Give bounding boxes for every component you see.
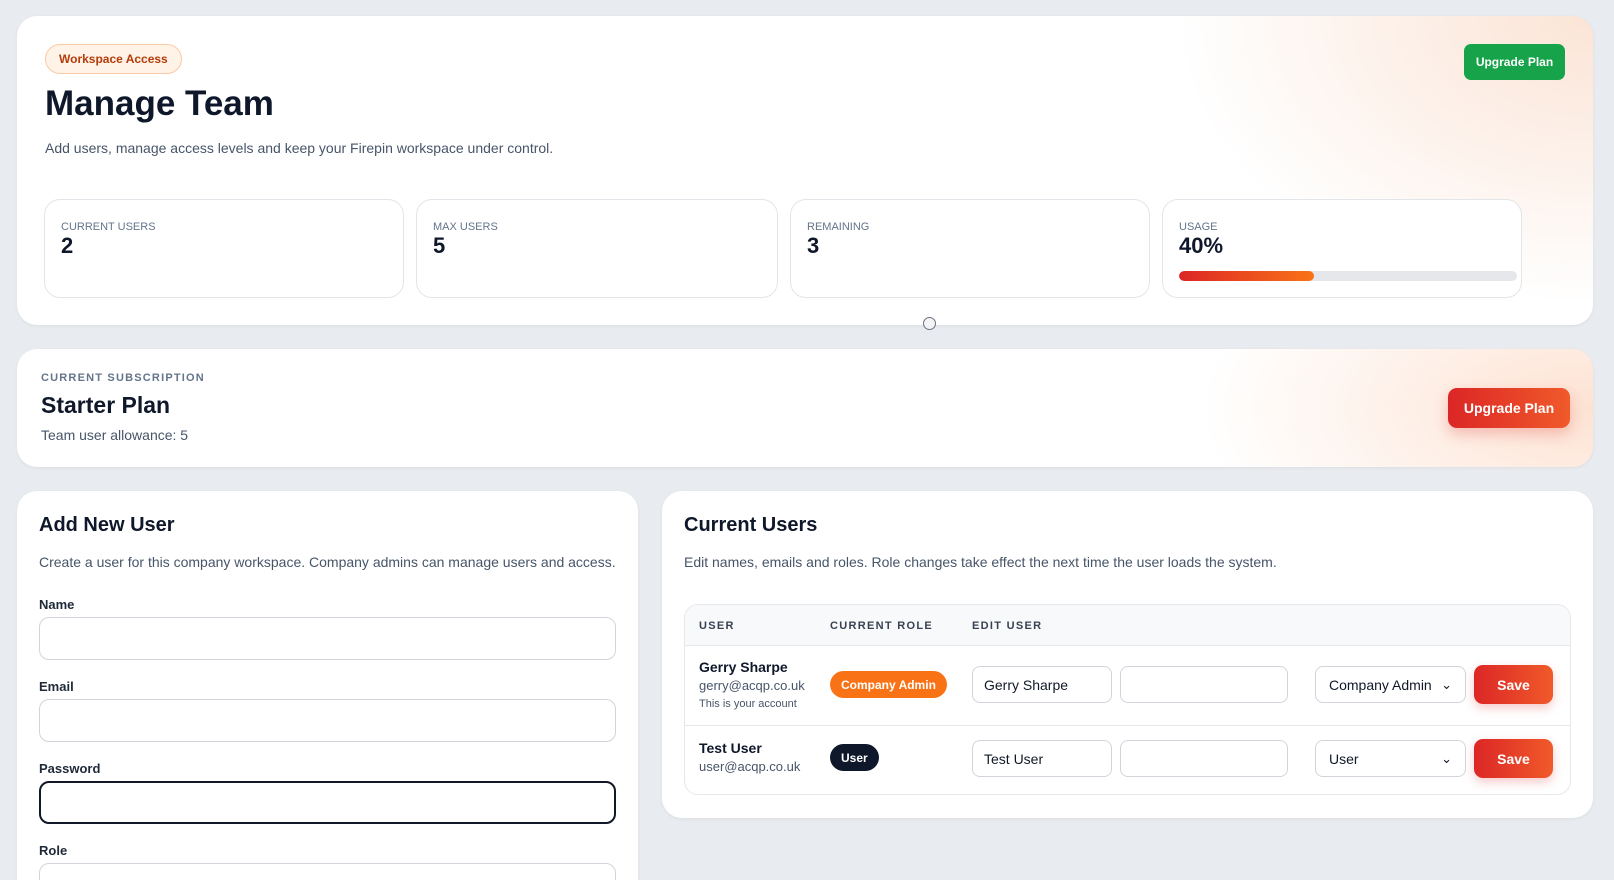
stat-current-users: CURRENT USERS 2 (44, 199, 404, 298)
edit-role-select[interactable]: User ⌄ (1315, 740, 1466, 777)
stat-label: CURRENT USERS (61, 221, 156, 233)
save-button[interactable]: Save (1474, 665, 1553, 704)
manage-team-header-card: Workspace Access Manage Team Add users, … (17, 16, 1593, 325)
page-title: Manage Team (45, 84, 274, 123)
user-email: gerry@acqp.co.uk (699, 678, 805, 693)
column-header-user: USER (699, 620, 735, 632)
upgrade-plan-button[interactable]: Upgrade Plan (1448, 388, 1570, 428)
password-label: Password (39, 761, 101, 776)
stat-remaining: REMAINING 3 (790, 199, 1150, 298)
edit-email-input[interactable] (1120, 740, 1288, 777)
column-header-current-role: CURRENT ROLE (830, 620, 933, 632)
user-name: Test User (699, 740, 762, 756)
chevron-down-icon: ⌄ (1441, 750, 1452, 766)
column-header-edit-user: EDIT USER (972, 620, 1043, 632)
edit-name-input[interactable] (972, 666, 1112, 703)
password-input[interactable] (39, 781, 616, 824)
current-users-panel: Current Users Edit names, emails and rol… (662, 491, 1593, 818)
usage-progress-fill (1179, 271, 1315, 281)
chevron-down-icon: ⌄ (1441, 676, 1452, 692)
stat-usage: USAGE 40% (1162, 199, 1522, 298)
subscription-allowance: Team user allowance: 5 (41, 427, 189, 443)
stat-max-users: MAX USERS 5 (416, 199, 778, 298)
add-user-title: Add New User (39, 514, 175, 536)
current-users-description: Edit names, emails and roles. Role chang… (684, 554, 1277, 570)
stat-label: MAX USERS (433, 221, 498, 233)
add-user-panel: Add New User Create a user for this comp… (17, 491, 638, 880)
edit-role-select[interactable]: Company Admin ⌄ (1315, 666, 1466, 703)
stat-label: REMAINING (807, 221, 870, 233)
name-label: Name (39, 597, 75, 612)
selected-role: Company Admin (1329, 676, 1432, 693)
email-label: Email (39, 679, 74, 694)
subscription-plan-name: Starter Plan (41, 392, 171, 418)
current-users-title: Current Users (684, 514, 818, 536)
usage-progress-bar (1179, 271, 1517, 281)
stat-value: 5 (433, 233, 446, 258)
role-badge: Company Admin (830, 671, 947, 698)
table-row: Gerry Sharpe gerry@acqp.co.uk This is yo… (685, 646, 1570, 726)
save-button[interactable]: Save (1474, 739, 1553, 778)
stat-value: 2 (61, 233, 74, 258)
selected-role: User (1329, 750, 1359, 767)
user-email: user@acqp.co.uk (699, 759, 801, 774)
name-input[interactable] (39, 617, 616, 660)
edit-email-input[interactable] (1120, 666, 1288, 703)
stat-value: 40% (1179, 233, 1224, 258)
edit-name-input[interactable] (972, 740, 1112, 777)
stat-value: 3 (807, 233, 820, 258)
role-badge: User (830, 744, 879, 771)
subscription-kicker: CURRENT SUBSCRIPTION (41, 372, 205, 384)
workspace-access-badge: Workspace Access (45, 44, 182, 74)
table-header: USER CURRENT ROLE EDIT USER (685, 605, 1570, 646)
stat-label: USAGE (1179, 221, 1218, 233)
own-account-note: This is your account (699, 698, 797, 710)
email-input[interactable] (39, 699, 616, 742)
table-row: Test User user@acqp.co.uk User User ⌄ Sa… (685, 726, 1570, 794)
subscription-card: CURRENT SUBSCRIPTION Starter Plan Team u… (17, 349, 1593, 467)
user-name: Gerry Sharpe (699, 659, 788, 675)
scroll-indicator-handle[interactable] (923, 317, 936, 330)
add-user-description: Create a user for this company workspace… (39, 554, 616, 570)
page-subtitle: Add users, manage access levels and keep… (45, 140, 554, 156)
role-select[interactable] (39, 863, 616, 880)
upgrade-plan-button-header[interactable]: Upgrade Plan (1464, 44, 1565, 80)
users-table: USER CURRENT ROLE EDIT USER Gerry Sharpe… (684, 604, 1571, 795)
role-label: Role (39, 843, 68, 858)
